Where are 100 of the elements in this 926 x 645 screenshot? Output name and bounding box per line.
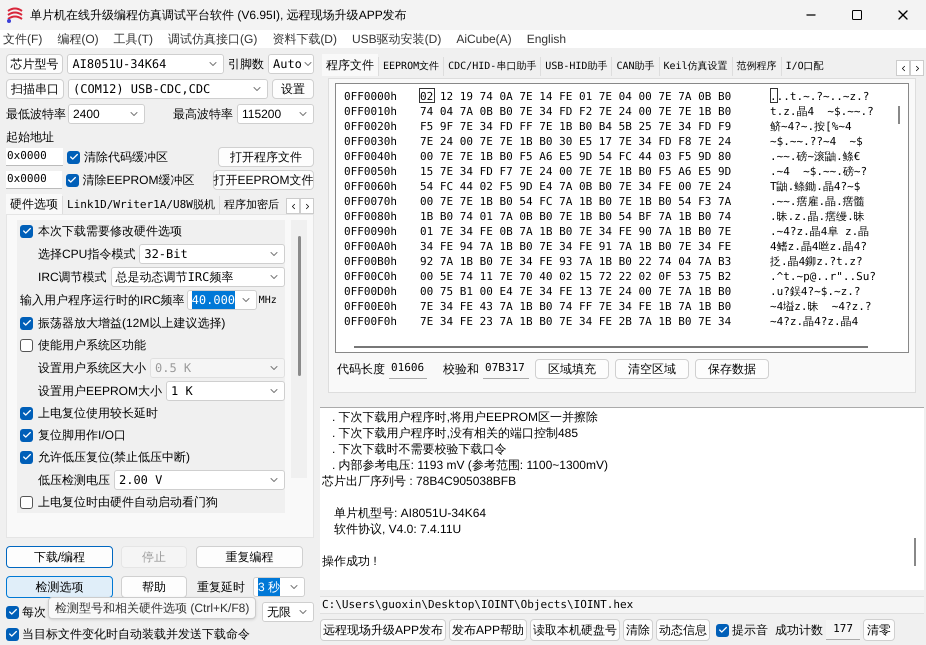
checkbox[interactable]: [20, 316, 33, 330]
checkbox[interactable]: [67, 150, 80, 164]
checkbox[interactable]: [716, 624, 730, 636]
checkbox[interactable]: [20, 224, 33, 238]
checkbox[interactable]: [20, 406, 33, 420]
action-button[interactable]: 保存数据: [695, 359, 769, 379]
hex-address: 0FF0040h: [344, 149, 398, 166]
maximize-icon[interactable]: [851, 9, 863, 21]
action-button[interactable]: 帮助: [121, 576, 187, 598]
hex-bytes: 74 04 7A 0B B0 7E 34 FD F2 7E 24 00 7E 7E 1B B0: [420, 104, 732, 120]
checkbox[interactable]: [6, 628, 19, 640]
log-line: 芯片出厂序列号 : 78B4C905038BFB: [322, 473, 518, 489]
log-line: . 下次下载用户程序时,将用户EEPROM区一并擦除: [331, 409, 600, 425]
menu-item[interactable]: USB驱动安装(D): [352, 30, 442, 48]
action-button[interactable]: 检测选项: [6, 576, 113, 598]
menu-item[interactable]: AiCube(A): [456, 30, 512, 48]
action-button[interactable]: 动态信息: [656, 619, 710, 641]
settings-button[interactable]: 设置: [272, 79, 314, 99]
checkbox[interactable]: [20, 428, 33, 442]
action-button[interactable]: 读取本机硬盘号: [530, 619, 620, 641]
tab[interactable]: 范例程序: [732, 57, 781, 76]
dropdown[interactable]: 115200: [237, 104, 314, 124]
dropdown[interactable]: 1 K: [166, 380, 285, 400]
action-button[interactable]: 重复编程: [196, 546, 303, 568]
tab[interactable]: EEPROM文件: [378, 57, 444, 76]
open-file-button[interactable]: 打开程序文件: [218, 147, 314, 167]
tab-scroll-left-button[interactable]: [286, 198, 300, 214]
tab[interactable]: 硬件选项: [6, 194, 62, 214]
checkbox[interactable]: [20, 496, 33, 508]
hex-ascii: .u?鋘4?~$.~z.?: [770, 284, 860, 300]
menu-item[interactable]: 编程(O): [57, 30, 99, 48]
scrollbar-thumb[interactable]: [354, 346, 868, 348]
checkbox-label: 提示音: [732, 622, 768, 639]
dropdown[interactable]: 32-Bit: [139, 244, 285, 264]
dropdown[interactable]: 总是动态调节IRC频率: [110, 266, 285, 286]
dropdown[interactable]: (COM12) USB-CDC,CDC: [68, 79, 268, 99]
dropdown[interactable]: 2400: [68, 104, 145, 124]
scrollbar-thumb[interactable]: [914, 538, 916, 566]
menu-item[interactable]: 资料下载(D): [272, 30, 337, 48]
log-line: 软件协议, V4.0: 7.4.11U: [333, 521, 462, 537]
field-label: 设置用户EEPROM大小: [38, 382, 162, 400]
success-count-field: 177: [826, 620, 860, 640]
hex-ascii: .~4?z.晶4阜 z.晶: [770, 224, 870, 240]
dropdown[interactable]: 无限: [262, 602, 314, 622]
tab-scroll-right-button[interactable]: [300, 198, 314, 214]
hex-address: 0FF0090h: [344, 224, 398, 240]
tab-scroll-right-button[interactable]: [910, 60, 924, 76]
tab[interactable]: CDC/HID-串口助手: [443, 57, 540, 76]
tab[interactable]: 程序文件: [322, 54, 378, 76]
address-field[interactable]: 0x0000: [6, 148, 64, 166]
action-button[interactable]: 远程现场升级APP发布: [320, 619, 446, 641]
log-line: . 下次下载时不需要校验下载口令: [331, 441, 508, 457]
scrollbar-thumb[interactable]: [298, 236, 300, 376]
menu-item[interactable]: 调试仿真接口(G): [168, 30, 258, 48]
hex-bytes: 00 7E 7E 1B B0 54 FC 7A 1B B0 7E 1B B0 54 F3 7A: [420, 194, 732, 210]
hex-address: 0FF0050h: [344, 164, 398, 180]
log-line: . 下次下载用户程序时,没有相关的端口控制485: [331, 425, 580, 441]
action-button[interactable]: 清空区域: [615, 359, 689, 379]
dropdown[interactable]: 2.00 V: [114, 470, 285, 490]
tab[interactable]: USB-HID助手: [540, 57, 612, 76]
action-button[interactable]: 清除: [623, 619, 654, 641]
field-label: 校验和: [443, 361, 479, 378]
hex-bytes: 15 7E 34 FD F7 7E 24 00 7E 7E 1B B0 F5 A6 E5 9D: [420, 164, 732, 180]
hex-ascii: ~4?z.晶4?z.晶4: [770, 314, 858, 330]
menu-item[interactable]: 文件(F): [3, 30, 42, 48]
action-button[interactable]: 下载/编程: [6, 546, 113, 568]
tab[interactable]: CAN助手: [611, 57, 659, 76]
dropdown[interactable]: Auto: [268, 54, 314, 74]
address-field[interactable]: 0x0000: [6, 171, 62, 189]
hex-bytes: 00 75 B1 00 E4 7E 34 FE 13 7E 24 00 7E 7A 1B B0: [420, 284, 732, 300]
action-button[interactable]: 区域填充: [535, 359, 609, 379]
hex-viewer[interactable]: [335, 83, 909, 353]
frequency-combo[interactable]: 40.000: [186, 290, 257, 310]
tab-scroll-left-button[interactable]: [896, 60, 910, 76]
checkbox[interactable]: [20, 450, 33, 464]
field-label: 低压检测电压: [38, 472, 110, 488]
hex-bytes: 1B B0 74 01 7A 0B B0 7E 1B B0 54 BF 7A 1B B0 74: [420, 209, 732, 226]
checkbox[interactable]: [66, 174, 78, 186]
scan-port-button[interactable]: 扫描串口: [6, 79, 64, 99]
field-label: 输入用户程序运行时的IRC频率: [20, 292, 185, 309]
scrollbar[interactable]: [291, 220, 307, 478]
scrollbar-thumb[interactable]: [898, 106, 900, 124]
menu-item[interactable]: 工具(T): [114, 30, 153, 48]
action-button[interactable]: 发布APP帮助: [449, 619, 528, 641]
tab[interactable]: I/O口配: [780, 57, 828, 76]
open-file-button[interactable]: 打开EEPROM文件: [213, 170, 314, 190]
tab[interactable]: Keil仿真设置: [658, 57, 732, 76]
checkbox[interactable]: [20, 338, 33, 352]
log-line: . 内部参考电压: 1193 mV (参考范围: 1100~1300mV): [331, 457, 609, 473]
dropdown[interactable]: AI8051U-34K64: [67, 54, 224, 74]
app-logo-icon: [6, 7, 24, 23]
hex-address: 0FF0070h: [344, 194, 398, 210]
hex-address: 0FF00A0h: [344, 239, 398, 256]
hex-ascii: ~$.~~.??~4 ~$: [770, 134, 863, 150]
chip-model-button[interactable]: 芯片型号: [6, 54, 64, 74]
menu-item[interactable]: English: [526, 30, 566, 48]
field-label: 成功计数: [775, 622, 824, 639]
checkbox[interactable]: [6, 606, 19, 618]
reset-button[interactable]: 清零: [863, 619, 896, 641]
dropdown[interactable]: 3 秒: [253, 577, 305, 597]
